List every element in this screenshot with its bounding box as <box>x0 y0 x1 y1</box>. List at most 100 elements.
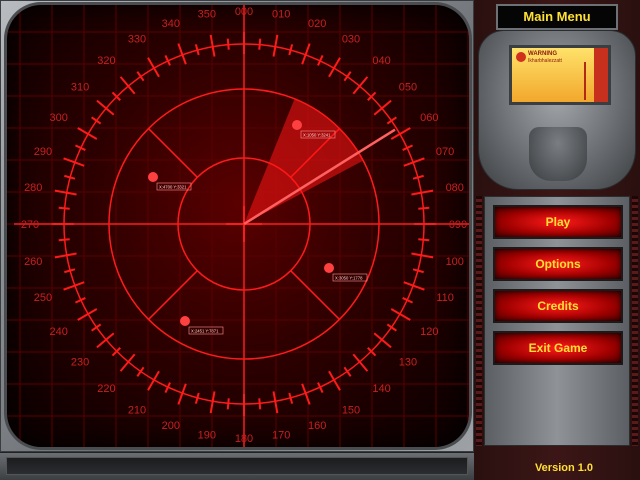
status-bar <box>6 457 468 475</box>
bearing-tick <box>54 189 77 196</box>
bearing-tick <box>390 308 411 321</box>
bearing-tick <box>343 71 352 82</box>
status-strip <box>0 452 474 480</box>
bearing-tick <box>136 71 145 82</box>
bearing-label: 190 <box>198 430 216 442</box>
bearing-tick <box>258 398 262 410</box>
bearing-tick <box>226 398 230 410</box>
bearing-tick <box>288 44 294 56</box>
bearing-tick <box>91 116 102 125</box>
bearing-label: 100 <box>446 256 464 268</box>
bearing-label: 000 <box>235 6 253 18</box>
bearing-label: 080 <box>446 182 464 194</box>
bearing-tick <box>58 206 70 210</box>
bearing-label: 210 <box>128 404 146 416</box>
bearing-label: 160 <box>308 420 326 432</box>
radar-display: 000 010 020 030 040 050 060 070 080 090 100 110 120 1… <box>7 5 469 447</box>
bearing-tick <box>418 206 430 210</box>
bearing-tick <box>386 116 397 125</box>
bearing-label: 130 <box>399 357 417 369</box>
bearing-tick <box>147 57 160 78</box>
side-vent-left <box>476 196 482 446</box>
bearing-tick <box>328 57 341 78</box>
bearing-tick <box>343 366 352 377</box>
bearing-tick <box>77 308 98 321</box>
bearing-label: 200 <box>162 420 180 432</box>
bearing-tick <box>54 252 77 259</box>
bearing-tick <box>209 391 216 414</box>
bearing-label: 280 <box>24 182 42 194</box>
exit-game-button[interactable]: Exit Game <box>493 331 623 365</box>
bearing-tick <box>226 38 230 50</box>
bearing-label: 170 <box>272 430 290 442</box>
bearing-tick <box>77 127 98 140</box>
bearing-label: 250 <box>34 292 52 304</box>
warning-label: WARNING <box>528 51 557 57</box>
main-menu-title: Main Menu <box>496 4 618 30</box>
menu-button-stack: Play Options Credits Exit Game <box>484 196 630 446</box>
contact-label: X:1050 Y:3241 <box>303 133 331 138</box>
bearing-label: 310 <box>71 81 89 93</box>
bearing-tick <box>288 392 294 404</box>
bearing-label: 350 <box>198 8 216 20</box>
bearing-tick <box>328 370 341 391</box>
bearing-tick <box>64 268 76 274</box>
warning-icon <box>516 52 526 62</box>
bearing-label: 040 <box>372 55 390 67</box>
bearing-tick <box>194 44 200 56</box>
bearing-label: 240 <box>49 326 67 338</box>
bearing-label: 290 <box>34 146 52 158</box>
bearing-tick <box>91 323 102 332</box>
bearing-tick <box>411 252 434 259</box>
bearing-label: 230 <box>71 357 89 369</box>
side-vent-right <box>632 196 638 446</box>
bearing-label: 050 <box>399 81 417 93</box>
bearing-label: 060 <box>420 112 438 124</box>
bearing-label: 020 <box>308 18 326 30</box>
warning-gauge-bar <box>594 48 608 102</box>
bearing-tick <box>58 238 70 242</box>
bearing-tick <box>272 34 279 57</box>
bearing-tick <box>136 366 145 377</box>
radar-screen: 000 010 020 030 040 050 060 070 080 090 100 110 120 1… <box>7 5 469 447</box>
warning-gauge-needle <box>584 62 586 100</box>
bearing-label: 320 <box>97 55 115 67</box>
bearing-tick <box>412 174 424 180</box>
bearing-label: 260 <box>24 256 42 268</box>
warning-monitor: WARNING Ikharbhalezzatt <box>478 30 636 190</box>
warning-monitor-base <box>529 127 587 181</box>
bearing-label: 300 <box>49 112 67 124</box>
play-button[interactable]: Play <box>493 205 623 239</box>
spoke-line <box>290 270 340 320</box>
bearing-label: 270 <box>21 219 39 231</box>
side-panel: Main Menu WARNING Ikharbhalezzatt Play O… <box>474 0 640 480</box>
bearing-label: 220 <box>97 383 115 395</box>
bearing-label: 010 <box>272 8 290 20</box>
options-button[interactable]: Options <box>493 247 623 281</box>
bearing-label: 180 <box>235 433 253 445</box>
contact-blip <box>292 120 302 130</box>
bearing-tick <box>411 189 434 196</box>
spoke-line <box>148 270 198 320</box>
warning-subtext: Ikharbhalezzatt <box>528 58 562 64</box>
bearing-tick <box>209 34 216 57</box>
bearing-tick <box>272 391 279 414</box>
bearing-label: 150 <box>342 404 360 416</box>
radar-grid <box>7 5 469 447</box>
bearing-tick <box>386 323 397 332</box>
bearing-tick <box>147 370 160 391</box>
contact-blip <box>148 172 158 182</box>
contact-blip <box>180 316 190 326</box>
contact-label: X:4700 Y:3321 <box>159 185 187 190</box>
version-label: Version 1.0 <box>534 462 594 474</box>
credits-button[interactable]: Credits <box>493 289 623 323</box>
bearing-label: 120 <box>420 326 438 338</box>
bearing-label: 110 <box>436 292 454 304</box>
contact-blip <box>324 263 334 273</box>
bearing-tick <box>258 38 262 50</box>
bearing-label: 140 <box>372 383 390 395</box>
bearing-label: 070 <box>436 146 454 158</box>
radar-monitor-frame: 000 010 020 030 040 050 060 070 080 090 100 110 120 1… <box>0 0 474 452</box>
spoke-line <box>148 128 198 178</box>
bearing-label: 330 <box>128 34 146 46</box>
